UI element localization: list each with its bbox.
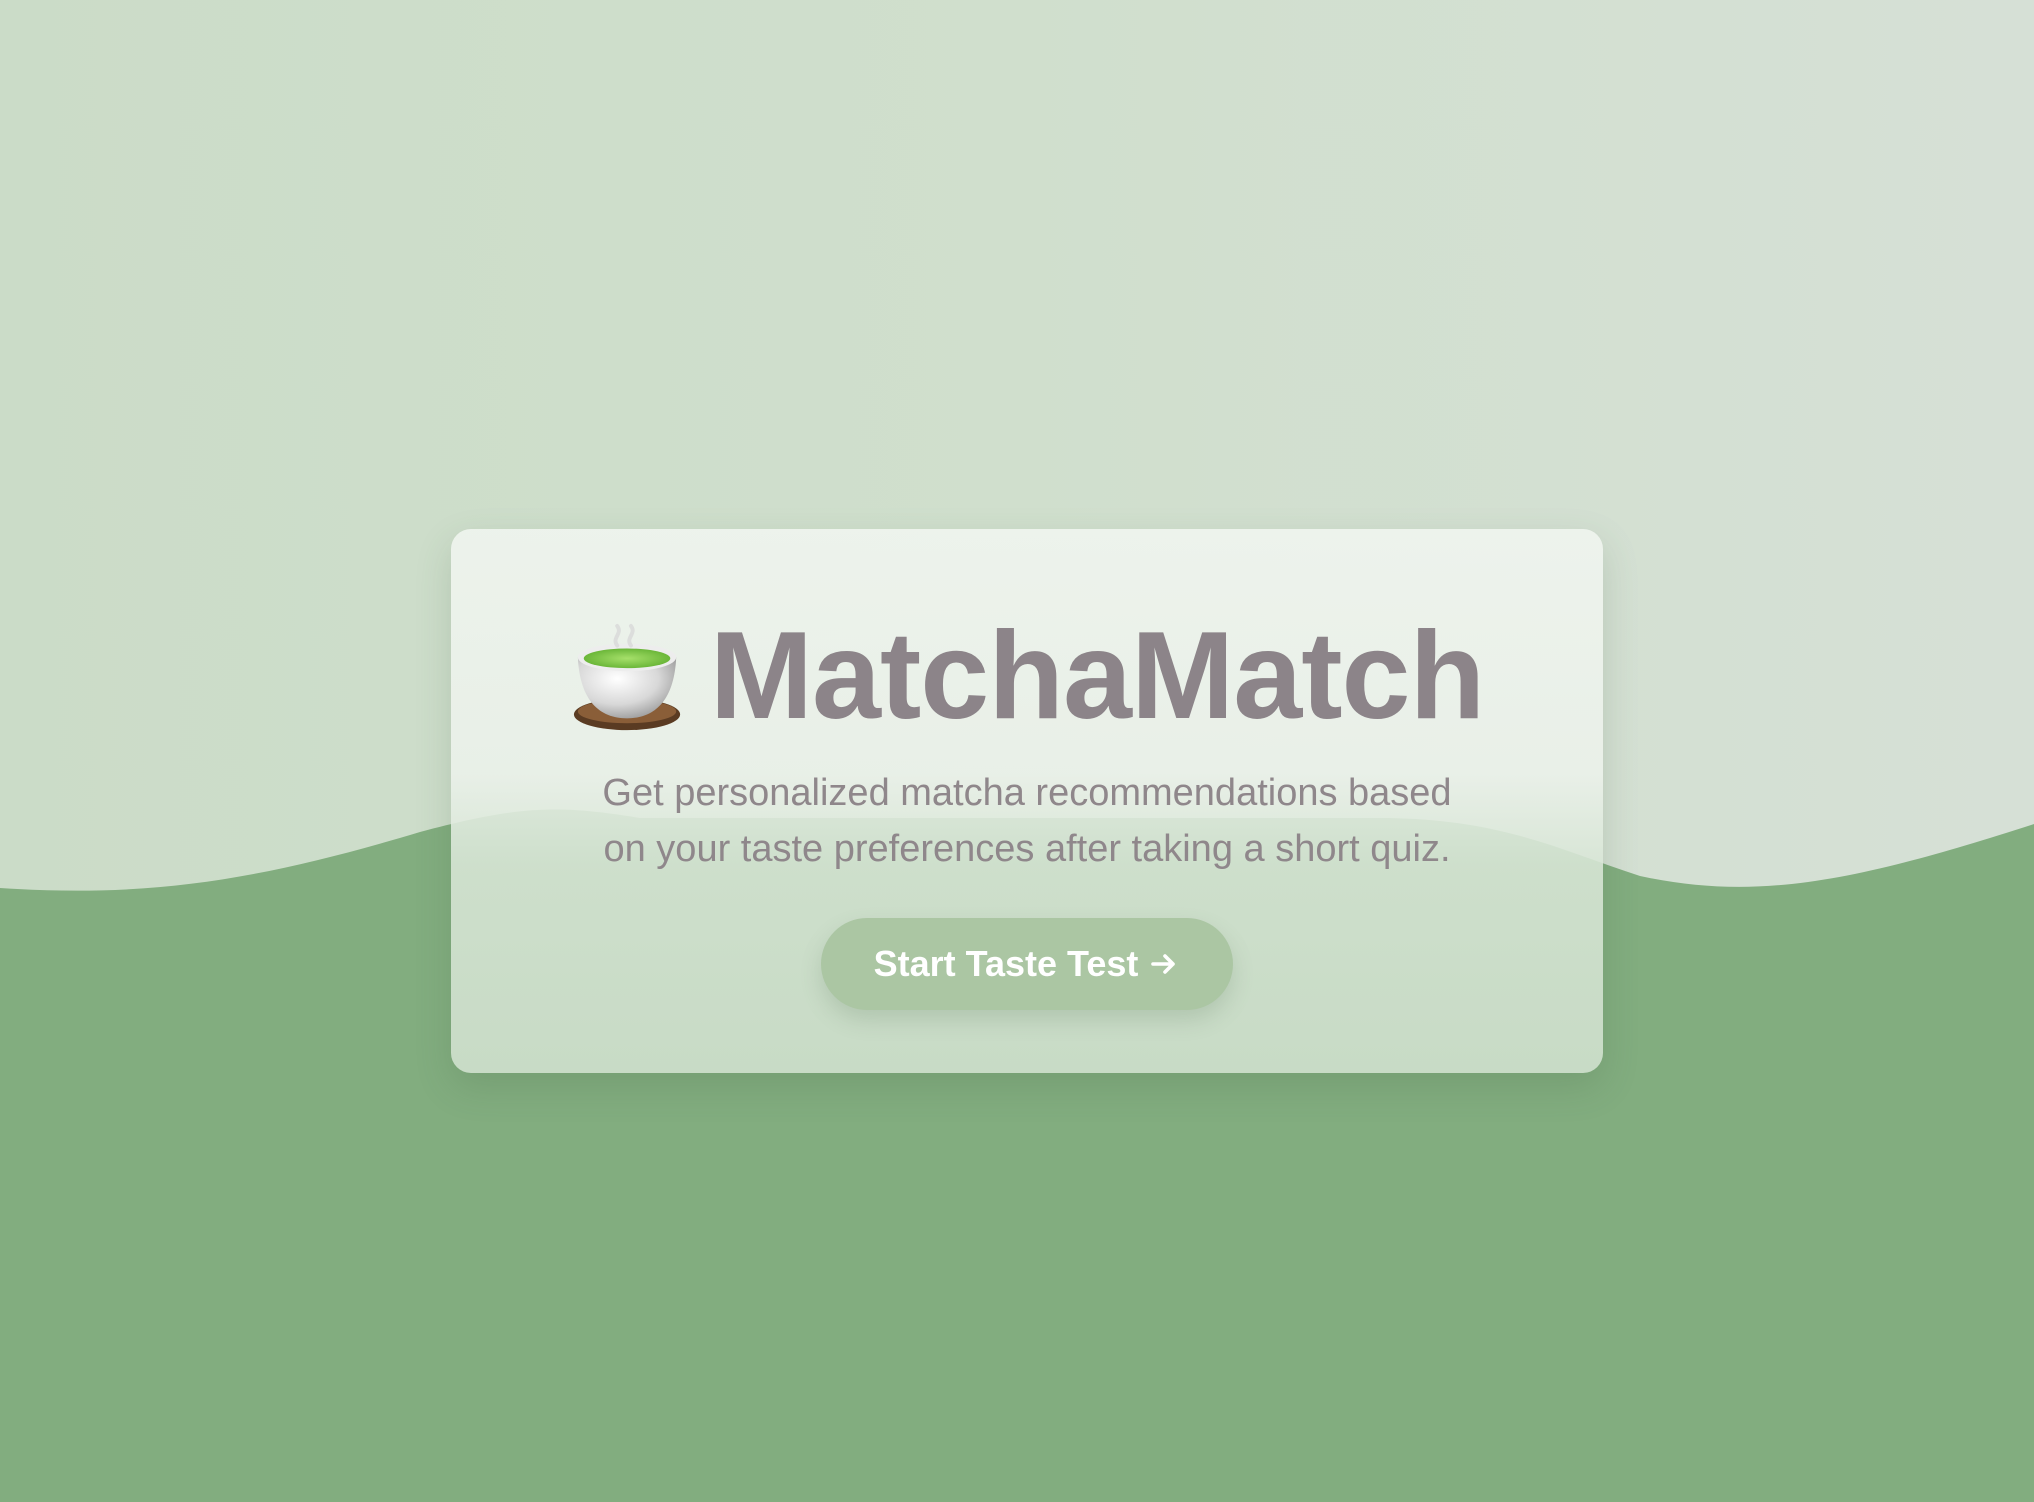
start-taste-test-button[interactable]: Start Taste Test: [821, 918, 1233, 1010]
welcome-card: MatchaMatch Get personalized matcha reco…: [451, 529, 1603, 1073]
start-taste-test-label: Start Taste Test: [873, 943, 1139, 984]
app-title: MatchaMatch: [709, 607, 1485, 745]
app-tagline: Get personalized matcha recommendations …: [602, 772, 1452, 870]
arrow-right-icon: [1151, 954, 1176, 974]
title-row: MatchaMatch: [451, 611, 1603, 741]
landing-background: MatchaMatch Get personalized matcha reco…: [0, 0, 2034, 1502]
teacup-icon: [573, 623, 680, 731]
